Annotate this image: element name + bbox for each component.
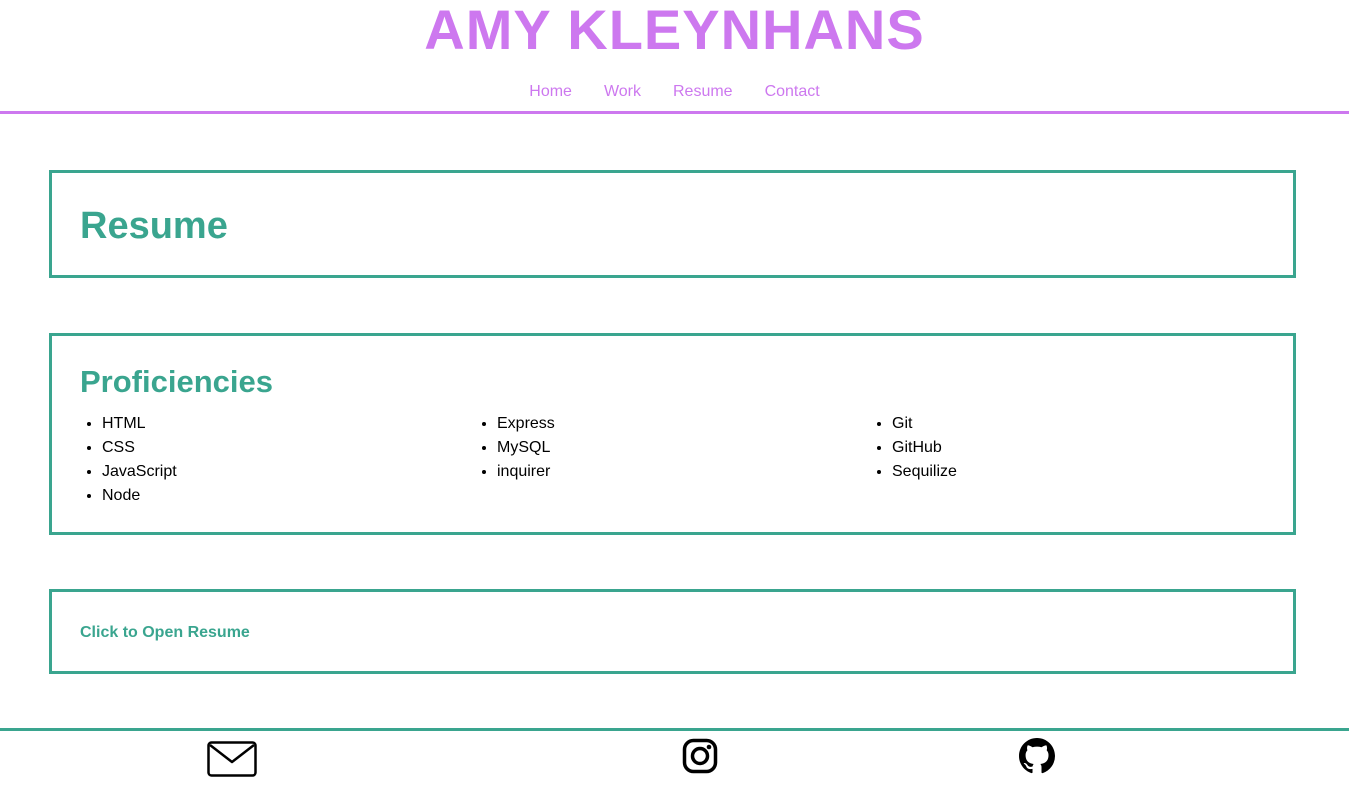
site-title: AMY KLEYNHANS bbox=[424, 0, 925, 61]
list-item: CSS bbox=[102, 436, 475, 460]
list-item: HTML bbox=[102, 412, 475, 436]
instagram-icon[interactable] bbox=[682, 738, 718, 774]
list-item: MySQL bbox=[497, 436, 870, 460]
resume-title-card: Resume bbox=[49, 170, 1296, 278]
site-header: AMY KLEYNHANS Home Work Resume Contact bbox=[0, 0, 1349, 114]
list-item: Git bbox=[892, 412, 1265, 436]
list-item: GitHub bbox=[892, 436, 1265, 460]
list-item: Express bbox=[497, 412, 870, 436]
site-footer bbox=[0, 728, 1349, 802]
list-item: inquirer bbox=[497, 460, 870, 484]
list-item: Node bbox=[102, 484, 475, 508]
page-title: Resume bbox=[80, 205, 228, 247]
list-item: JavaScript bbox=[102, 460, 475, 484]
nav-contact-link[interactable]: Contact bbox=[765, 82, 820, 102]
github-icon[interactable] bbox=[1019, 738, 1055, 774]
proficiency-list-3: Git GitHub Sequilize bbox=[870, 412, 1265, 508]
nav-work-link[interactable]: Work bbox=[604, 82, 641, 102]
mail-icon[interactable] bbox=[207, 741, 257, 777]
open-resume-link[interactable]: Click to Open Resume bbox=[80, 623, 250, 643]
proficiency-list-1: HTML CSS JavaScript Node bbox=[80, 412, 475, 508]
proficiency-list-2: Express MySQL inquirer bbox=[475, 412, 870, 508]
proficiencies-columns: HTML CSS JavaScript Node Express MySQL i… bbox=[80, 412, 1265, 508]
list-item: Sequilize bbox=[892, 460, 1265, 484]
proficiencies-heading: Proficiencies bbox=[80, 364, 273, 399]
proficiencies-card: Proficiencies HTML CSS JavaScript Node E… bbox=[49, 333, 1296, 535]
nav-resume-link[interactable]: Resume bbox=[673, 82, 733, 102]
main-nav: Home Work Resume Contact bbox=[0, 82, 1349, 102]
nav-home-link[interactable]: Home bbox=[529, 82, 572, 102]
resume-link-card: Click to Open Resume bbox=[49, 589, 1296, 674]
